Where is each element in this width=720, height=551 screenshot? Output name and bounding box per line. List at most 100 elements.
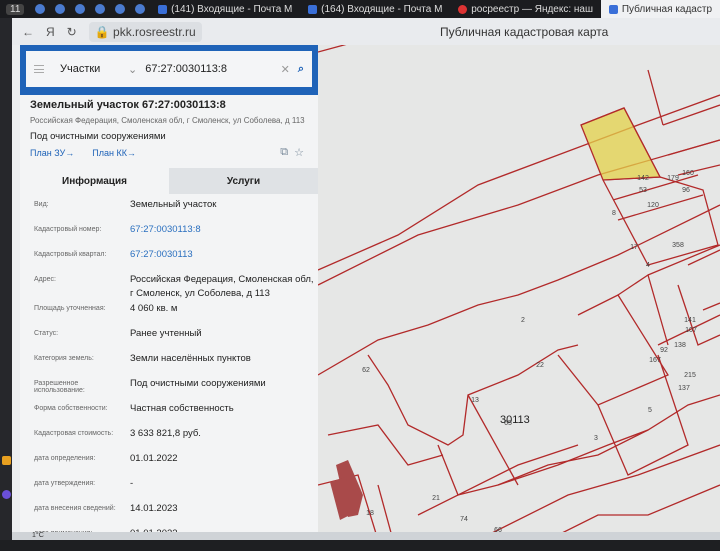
info-row: дата определения: 01.01.2022 xyxy=(34,452,318,476)
browser-tab-active[interactable]: Публичная кадастр xyxy=(601,0,720,18)
info-value[interactable]: 67:27:0030113:8 xyxy=(130,223,318,237)
parcel-label[interactable]: 3 xyxy=(594,435,598,442)
info-label: Кадастровая стоимость: xyxy=(34,430,114,437)
app-icon[interactable] xyxy=(75,4,86,14)
app-icon[interactable] xyxy=(95,4,106,14)
parcel-label[interactable]: 13 xyxy=(471,397,479,404)
zoom-to-object-icon[interactable]: ⧉ xyxy=(280,146,288,159)
parcel-boundary xyxy=(477,444,720,540)
browser-window: ← Я ↻ 🔒 pkk.rosreestr.ru Публичная кадас… xyxy=(12,18,720,540)
parcel-label[interactable]: 8 xyxy=(612,210,616,217)
chevron-down-icon[interactable]: ⌄ xyxy=(128,63,137,76)
info-label: дата утверждения: xyxy=(34,480,96,487)
star-icon[interactable]: ☆ xyxy=(294,146,304,159)
browser-tab[interactable]: (141) Входящие - Почта М xyxy=(150,0,300,18)
tab-label: Публичная кадастр xyxy=(621,3,713,15)
os-sidebar xyxy=(0,18,12,540)
info-value: 14.01.2023 xyxy=(130,503,178,514)
info-label: Площадь уточненная: xyxy=(34,305,106,312)
alice-icon[interactable] xyxy=(2,490,11,499)
rosreestr-icon xyxy=(609,4,618,14)
info-value: Земельный участок xyxy=(130,199,217,210)
mail-icon xyxy=(158,4,168,14)
parcel-label[interactable]: 107 xyxy=(685,327,697,334)
parcel-boundary xyxy=(662,104,720,126)
info-row: Форма собственности: Частная собственност… xyxy=(34,402,318,426)
parcel-label[interactable]: 96 xyxy=(682,187,690,194)
selected-parcel-highlight[interactable] xyxy=(580,107,662,181)
info-table: Вид: Земельный участок Кадастровый номер: 6… xyxy=(20,194,318,551)
parcel-label[interactable]: 22 xyxy=(536,362,544,369)
url-field[interactable]: 🔒 pkk.rosreestr.ru xyxy=(88,21,202,42)
clear-icon[interactable]: ✕ xyxy=(281,63,290,76)
window-count-badge[interactable]: 11 xyxy=(6,3,25,15)
parcel-label[interactable]: 215 xyxy=(684,372,696,379)
info-label: Вид: xyxy=(34,201,49,208)
tab-services[interactable]: Услуги xyxy=(169,168,318,194)
info-label: Адрес: xyxy=(34,276,56,283)
parcel-label[interactable]: 2 xyxy=(521,317,525,324)
search-box: Участки ⌄ 67:27:0030113:8 ✕ ⌕ xyxy=(26,51,312,87)
parcel-label[interactable]: 74 xyxy=(460,516,468,523)
address-bar: ← Я ↻ 🔒 pkk.rosreestr.ru Публичная кадас… xyxy=(12,18,720,45)
reload-icon[interactable]: ↻ xyxy=(67,25,77,39)
info-value: 4 060 кв. м xyxy=(130,303,178,314)
app-icon[interactable] xyxy=(35,4,46,14)
menu-icon[interactable] xyxy=(34,65,44,73)
parcel-boundary xyxy=(597,354,689,476)
info-label: дата внесения сведений: xyxy=(34,505,116,512)
parcel-label[interactable]: 17 xyxy=(630,244,638,251)
parcel-label[interactable]: 18 xyxy=(366,510,374,517)
category-select[interactable]: Участки xyxy=(60,63,120,75)
info-label: Статус: xyxy=(34,330,59,337)
yandex-icon[interactable]: Я xyxy=(46,25,55,39)
parcel-boundary xyxy=(602,176,719,266)
object-header: Земельный участок 67:27:0030113:8 Россий… xyxy=(20,95,318,162)
app-icon[interactable] xyxy=(115,4,126,14)
info-label: Форма собственности: xyxy=(34,405,108,412)
tab-information[interactable]: Информация xyxy=(20,168,169,194)
cadastral-map[interactable]: 8 142 53 120 179 160 96 17 4 358 2 62 22 13 65 3 5 141 107… xyxy=(318,45,720,540)
map-canvas[interactable]: 8142531201791609617435826222136535141107… xyxy=(318,45,720,540)
tab-label: росреестр — Яндекс: наш xyxy=(471,3,594,15)
parcel-label[interactable]: 137 xyxy=(678,385,690,392)
parcel-label[interactable]: 167 xyxy=(649,357,661,364)
info-value: Российская Федерация, Смоленская обл, г … xyxy=(130,274,314,299)
parcel-boundary xyxy=(318,139,720,286)
parcel-label[interactable]: 5 xyxy=(648,407,652,414)
os-taskbar: 11 (141) Входящие - Почта М (164) Входящ… xyxy=(0,0,720,18)
info-row: Вид: Земельный участок xyxy=(34,198,318,222)
info-value[interactable]: 67:27:0030113 xyxy=(130,248,318,262)
app-icon[interactable] xyxy=(55,4,66,14)
back-icon[interactable]: ← xyxy=(22,25,34,39)
parcel-boundary xyxy=(647,244,720,276)
parcel-label[interactable]: 179 xyxy=(667,175,679,182)
parcel-label[interactable]: 53 xyxy=(639,187,647,194)
search-input[interactable]: 67:27:0030113:8 xyxy=(145,63,272,75)
info-row: Кадастровая стоимость: 3 633 821,8 руб. xyxy=(34,427,318,451)
plan-zu-link[interactable]: План ЗУ→ xyxy=(30,148,74,158)
info-label: Кадастровый номер: xyxy=(34,226,102,233)
parcel-label[interactable]: 4 xyxy=(646,262,650,269)
parcel-label[interactable]: 141 xyxy=(684,317,696,324)
parcel-label[interactable]: 21 xyxy=(432,495,440,502)
browser-tab[interactable]: (164) Входящие - Почта М xyxy=(300,0,450,18)
parcel-label[interactable]: 62 xyxy=(362,367,370,374)
app-icon[interactable] xyxy=(2,456,11,465)
parcel-label[interactable]: 120 xyxy=(647,202,659,209)
app-icon[interactable] xyxy=(135,4,146,14)
tab-label: (141) Входящие - Почта М xyxy=(171,3,293,15)
search-icon[interactable]: ⌕ xyxy=(298,63,304,76)
parcel-label[interactable]: 358 xyxy=(672,242,684,249)
parcel-label[interactable]: 142 xyxy=(637,175,649,182)
parcel-label[interactable]: 138 xyxy=(674,342,686,349)
browser-tab[interactable]: росреестр — Яндекс: наш xyxy=(450,0,601,18)
object-use: Под очистными сооружениями xyxy=(30,131,166,142)
parcel-label[interactable]: 160 xyxy=(682,170,694,177)
parcel-label[interactable]: 92 xyxy=(660,347,668,354)
info-value: Под очистными сооружениями xyxy=(130,378,266,389)
plan-kk-link[interactable]: План КК→ xyxy=(92,148,136,158)
info-row: Площадь уточненная: 4 060 кв. м xyxy=(34,302,318,326)
mail-icon xyxy=(308,4,318,14)
parcel-boundary xyxy=(557,294,669,406)
